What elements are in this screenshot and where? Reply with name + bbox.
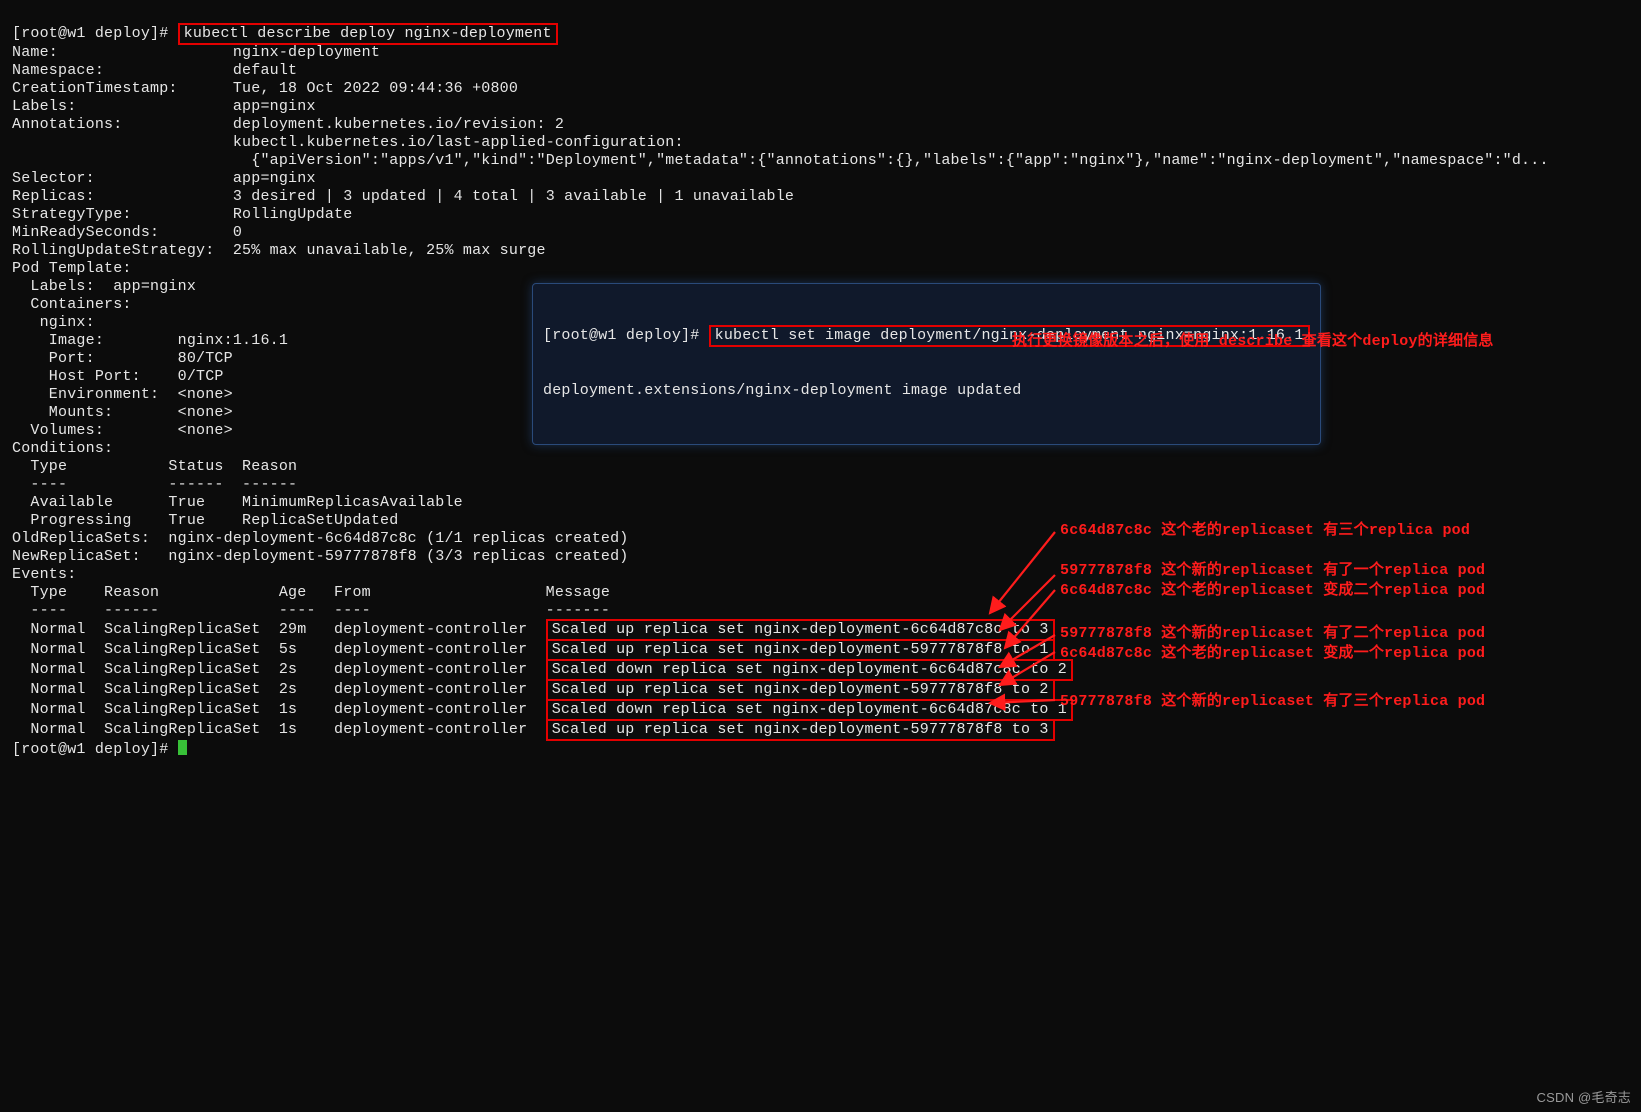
container-port: Port: 80/TCP bbox=[12, 350, 233, 367]
container-name: nginx: bbox=[12, 314, 95, 331]
event-row: Normal ScalingReplicaSet 29m deployment-… bbox=[12, 621, 546, 638]
event-message-highlight: Scaled up replica set nginx-deployment-6… bbox=[546, 619, 1055, 641]
event-message-highlight: Scaled down replica set nginx-deployment… bbox=[546, 699, 1073, 721]
field-value: 25% max unavailable, 25% max surge bbox=[233, 242, 546, 259]
field-name: RollingUpdateStrategy: bbox=[12, 242, 233, 259]
field-value: 0 bbox=[233, 224, 242, 241]
event-message-highlight: Scaled down replica set nginx-deployment… bbox=[546, 659, 1073, 681]
field-value: RollingUpdate bbox=[233, 206, 353, 223]
container-mounts: Mounts: <none> bbox=[12, 404, 233, 421]
event-row: Normal ScalingReplicaSet 5s deployment-c… bbox=[12, 641, 546, 658]
annotation-text: 6c64d87c8c 这个老的replicaset 有三个replica pod bbox=[1060, 522, 1470, 540]
field-value: app=nginx bbox=[233, 170, 316, 187]
field-name: CreationTimestamp: bbox=[12, 80, 233, 97]
section-header: Pod Template: bbox=[12, 260, 132, 277]
annotation-text: 59777878f8 这个新的replicaset 有了二个replica po… bbox=[1060, 625, 1485, 643]
event-row: Normal ScalingReplicaSet 1s deployment-c… bbox=[12, 701, 546, 718]
field-value: nginx-deployment bbox=[233, 44, 380, 61]
field-name: Replicas: bbox=[12, 188, 233, 205]
field-indent bbox=[12, 134, 233, 151]
condition-row: Available True MinimumReplicasAvailable bbox=[12, 494, 463, 511]
condition-row: Progressing True ReplicaSetUpdated bbox=[12, 512, 398, 529]
field-name: MinReadySeconds: bbox=[12, 224, 233, 241]
watermark-text: CSDN @毛奇志 bbox=[1537, 1089, 1631, 1107]
conditions-header: Conditions: bbox=[12, 440, 113, 457]
field-value: 3 desired | 3 updated | 4 total | 3 avai… bbox=[233, 188, 794, 205]
new-replicaset: NewReplicaSet: nginx-deployment-59777878… bbox=[12, 548, 629, 565]
annotation-text: 59777878f8 这个新的replicaset 有了一个replica po… bbox=[1060, 562, 1485, 580]
events-divider: ---- ------ ---- ---- ------- bbox=[12, 602, 610, 619]
conditions-columns: Type Status Reason bbox=[12, 458, 297, 475]
field-name: Name: bbox=[12, 44, 233, 61]
field-value: Tue, 18 Oct 2022 09:44:36 +0800 bbox=[233, 80, 518, 97]
field-value: deployment.kubernetes.io/revision: 2 bbox=[233, 116, 564, 133]
annotation-text: 执行更换镜像版本之后，使用 describe 查看这个deploy的详细信息 bbox=[1012, 333, 1494, 351]
terminal-output[interactable]: [root@w1 deploy]# kubectl describe deplo… bbox=[0, 0, 1641, 1112]
field-name: Annotations: bbox=[12, 116, 233, 133]
annotation-text: 6c64d87c8c 这个老的replicaset 变成一个replica po… bbox=[1060, 645, 1485, 663]
old-replicasets: OldReplicaSets: nginx-deployment-6c64d87… bbox=[12, 530, 629, 547]
events-header: Events: bbox=[12, 566, 76, 583]
events-columns: Type Reason Age From Message bbox=[12, 584, 610, 601]
annotation-text: 6c64d87c8c 这个老的replicaset 变成二个replica po… bbox=[1060, 582, 1485, 600]
event-row: Normal ScalingReplicaSet 1s deployment-c… bbox=[12, 721, 546, 738]
event-message-highlight: Scaled up replica set nginx-deployment-5… bbox=[546, 719, 1055, 741]
container-hostport: Host Port: 0/TCP bbox=[12, 368, 224, 385]
field-value: {"apiVersion":"apps/v1","kind":"Deployme… bbox=[233, 152, 1549, 169]
field-name: StrategyType: bbox=[12, 206, 233, 223]
event-message-highlight: Scaled up replica set nginx-deployment-5… bbox=[546, 679, 1055, 701]
event-message-highlight: Scaled up replica set nginx-deployment-5… bbox=[546, 639, 1055, 661]
containers-header: Containers: bbox=[12, 296, 132, 313]
field-name: Namespace: bbox=[12, 62, 233, 79]
shell-prompt: [root@w1 deploy]# bbox=[12, 25, 178, 42]
callout-command-box: [root@w1 deploy]# kubectl set image depl… bbox=[532, 283, 1321, 445]
command-highlight-box: kubectl describe deploy nginx-deployment bbox=[178, 23, 558, 45]
shell-prompt: [root@w1 deploy]# bbox=[12, 741, 178, 758]
field-indent bbox=[12, 152, 233, 169]
event-row: Normal ScalingReplicaSet 2s deployment-c… bbox=[12, 661, 546, 678]
conditions-divider: ---- ------ ------ bbox=[12, 476, 297, 493]
shell-prompt: [root@w1 deploy]# bbox=[543, 327, 709, 344]
container-env: Environment: <none> bbox=[12, 386, 233, 403]
annotation-text: 59777878f8 这个新的replicaset 有了三个replica po… bbox=[1060, 693, 1485, 711]
callout-response: deployment.extensions/nginx-deployment i… bbox=[543, 382, 1310, 400]
field-name: Selector: bbox=[12, 170, 233, 187]
volumes: Volumes: <none> bbox=[12, 422, 233, 439]
field-value: default bbox=[233, 62, 297, 79]
container-image: Image: nginx:1.16.1 bbox=[12, 332, 288, 349]
terminal-cursor bbox=[178, 740, 187, 755]
field-value: app=nginx bbox=[233, 98, 316, 115]
field-value: kubectl.kubernetes.io/last-applied-confi… bbox=[233, 134, 684, 151]
pod-labels-line: Labels: app=nginx bbox=[12, 278, 196, 295]
field-name: Labels: bbox=[12, 98, 233, 115]
event-row: Normal ScalingReplicaSet 2s deployment-c… bbox=[12, 681, 546, 698]
